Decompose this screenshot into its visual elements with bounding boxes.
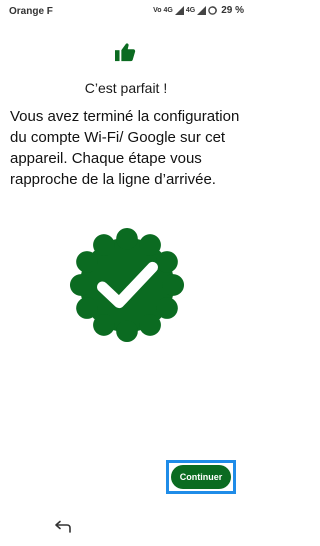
volte-indicator: Vo (153, 7, 162, 14)
network-type-2: 4G (185, 7, 196, 14)
carrier-name: Orange F (9, 6, 53, 17)
network-type-1: 4G (163, 7, 173, 14)
status-icons: Vo 4G 4G 29 % (153, 5, 244, 16)
signal-icon-2 (197, 6, 207, 15)
thumbs-up-icon (115, 43, 136, 62)
page-title: C’est parfait ! (84, 80, 168, 96)
check-badge-icon (69, 227, 185, 343)
back-arrow-icon[interactable] (54, 520, 72, 534)
signal-icon (174, 6, 184, 15)
status-bar: Orange F Vo 4G 4G 29 % (0, 0, 252, 22)
continue-button[interactable]: Continuer (171, 465, 231, 489)
battery-icon (208, 6, 217, 15)
completion-message: Vous avez terminé la configuration du co… (10, 108, 240, 188)
battery-percent: 29 % (221, 5, 244, 16)
